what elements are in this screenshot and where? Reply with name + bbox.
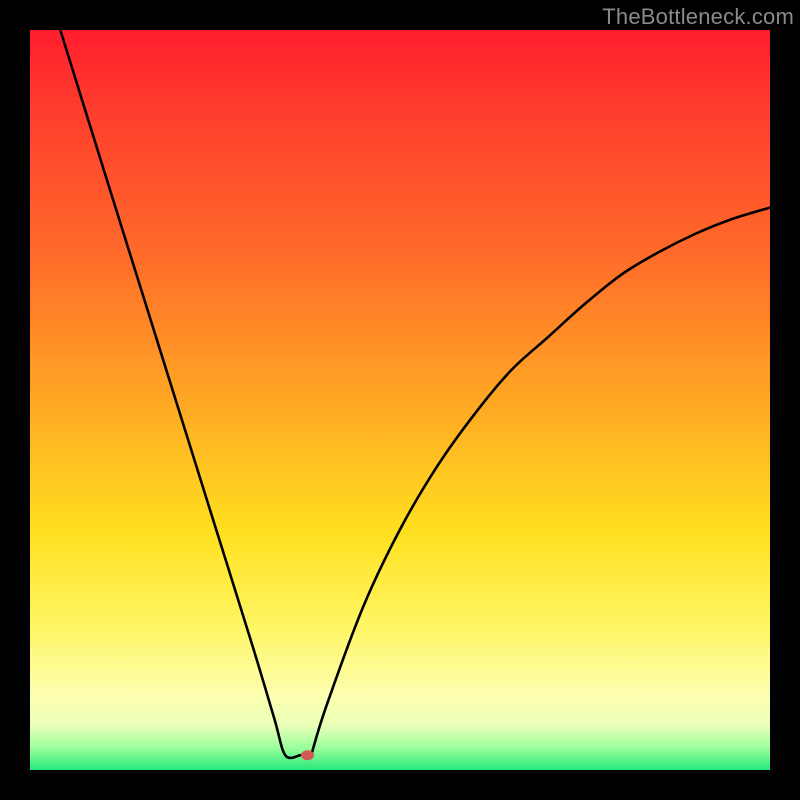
chart-stage: TheBottleneck.com [0,0,800,800]
plot-area [30,30,770,770]
bottleneck-marker [301,750,314,760]
left-branch-line [60,30,300,758]
watermark-text: TheBottleneck.com [602,4,794,30]
chart-svg [30,30,770,770]
right-branch-line [311,208,770,756]
